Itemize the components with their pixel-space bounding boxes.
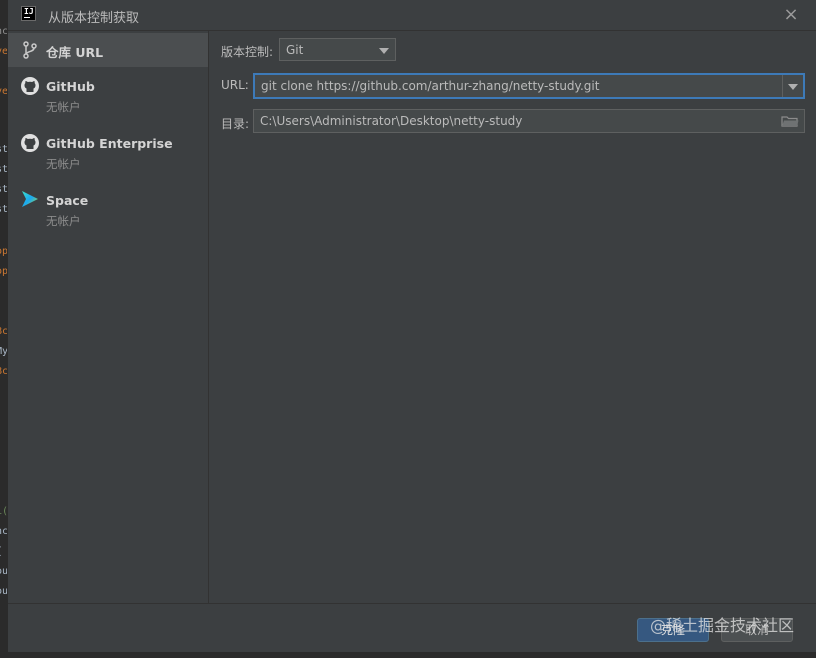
clone-button[interactable]: 克隆 [637,618,709,642]
gutter-text: nc [0,26,9,37]
chevron-down-icon [788,84,798,90]
repository-url-panel: 版本控制: Git URL: 目录: [209,31,816,604]
gutter-text: op [0,266,9,277]
gutter-text: My [0,346,9,357]
space-icon [22,191,38,207]
title-bar[interactable]: IJ 从版本控制获取 × [8,0,816,31]
vcs-label: 版本控制: [221,45,274,59]
get-from-vcs-dialog: IJ 从版本控制获取 × 仓库 URL GitHub 无帐户 GitHub En… [8,0,816,652]
gutter-text: op [0,246,9,257]
gutter-text: nc [0,526,9,537]
gutter-text: Bc [0,366,9,377]
github-icon [21,134,39,152]
gutter-text: Bc [0,326,9,337]
intellij-logo-icon: IJ [21,6,36,21]
chevron-down-icon [379,48,389,54]
gutter-text: ve [0,46,9,57]
sidebar-item-label: GitHub Enterprise [46,136,173,151]
gutter-text: ou [0,586,9,597]
sidebar-item-repository-url[interactable]: 仓库 URL [8,33,208,67]
url-history-dropdown[interactable] [782,75,804,97]
vcs-select[interactable]: Git [279,38,396,61]
gutter-text: st [0,164,9,175]
folder-icon [781,116,799,127]
account-status: 无帐户 [46,157,81,171]
dialog-title: 从版本控制获取 [48,11,140,26]
cancel-button[interactable]: 取消 [721,618,793,642]
branch-icon [23,41,37,59]
close-icon[interactable]: × [782,6,800,24]
directory-label: 目录: [221,117,250,131]
account-status: 无帐户 [46,214,81,228]
gutter-text: st [0,184,9,195]
gutter-text: ve [0,86,9,97]
sidebar-item-space[interactable]: Space 无帐户 [8,185,208,233]
account-status: 无帐户 [46,100,81,114]
gutter-text: { [0,542,2,562]
vcs-selected-value: Git [286,43,304,57]
sidebar-item-label: 仓库 URL [46,45,104,60]
gutter-text: 1( [0,506,9,517]
dialog-footer: 克隆 取消 [8,603,816,652]
url-input[interactable] [253,73,805,99]
gutter-text: st [0,204,9,215]
vcs-source-sidebar: 仓库 URL GitHub 无帐户 GitHub Enterprise 无帐户 [8,31,209,604]
sidebar-item-label: Space [46,193,89,208]
url-label: URL: [221,78,249,92]
github-icon [21,77,39,95]
browse-folder-button[interactable] [779,111,801,131]
gutter-text: st [0,144,9,155]
gutter-text: ou [0,566,9,577]
sidebar-item-github[interactable]: GitHub 无帐户 [8,71,208,119]
directory-input[interactable] [253,109,805,133]
sidebar-item-label: GitHub [46,79,95,94]
sidebar-item-github-enterprise[interactable]: GitHub Enterprise 无帐户 [8,128,208,176]
